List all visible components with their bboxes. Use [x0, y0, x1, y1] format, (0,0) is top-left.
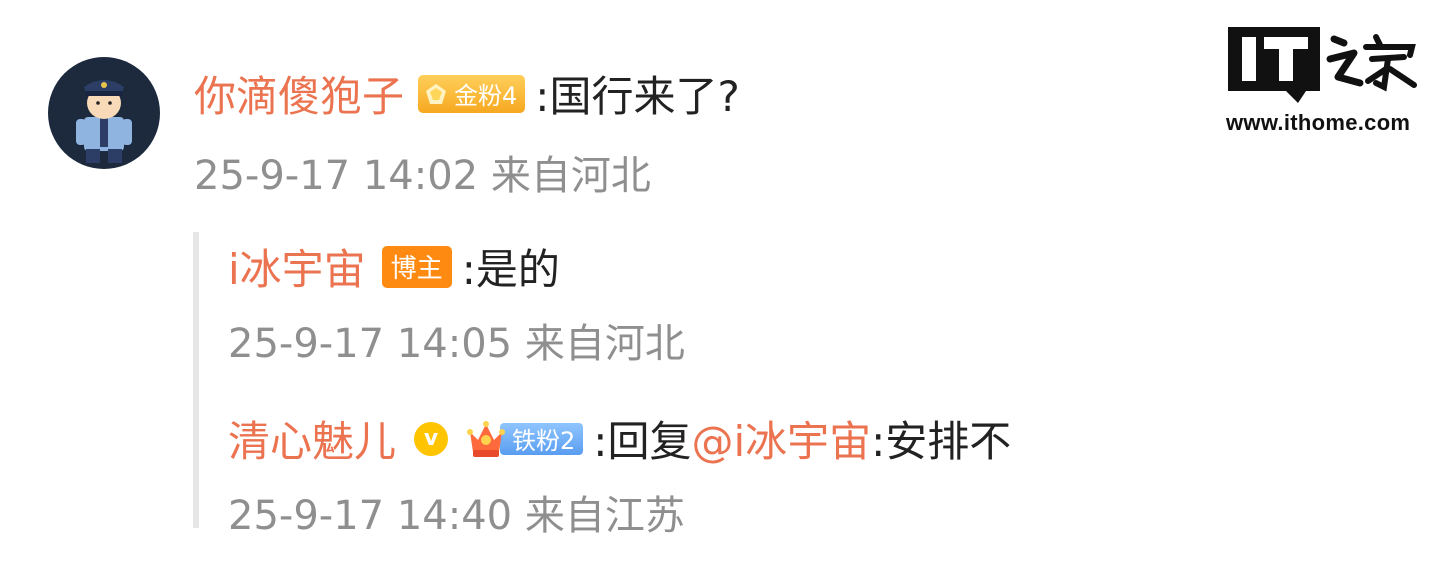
- comment-thread: 你滴傻狍子 金粉4 :国行来了? 25-9-17 14:02 来自河北 i冰宇宙…: [0, 0, 1440, 566]
- reply-divider: [193, 232, 199, 528]
- crown-icon: [467, 420, 506, 457]
- user-avatar[interactable]: [48, 57, 160, 169]
- gold-fan-badge[interactable]: 金粉4: [418, 74, 526, 113]
- reply-username[interactable]: 清心魅儿: [228, 408, 396, 469]
- vip-icon: v: [414, 421, 449, 456]
- comment-text: :国行来了?: [535, 72, 740, 121]
- host-badge: 博主: [381, 245, 452, 288]
- reply-header: i冰宇宙 博主 :是的: [228, 236, 560, 297]
- iron-fan-badge-label: 铁粉2: [500, 422, 584, 455]
- iron-fan-badge[interactable]: 铁粉2: [464, 420, 584, 458]
- reply-text: :是的: [461, 245, 560, 294]
- reply-username[interactable]: i冰宇宙: [228, 236, 366, 297]
- mention-link[interactable]: @i冰宇宙: [691, 408, 871, 469]
- ithome-url: www.ithome.com: [1226, 110, 1411, 135]
- reply-meta: 25-9-17 14:40 来自江苏: [228, 493, 685, 539]
- reply-meta: 25-9-17 14:05 来自河北: [228, 321, 685, 367]
- reply-text-suffix: :安排不: [871, 417, 1012, 466]
- reply-header: 清心魅儿 v 铁粉2 :回复 @i冰宇宙 :安排不: [228, 408, 1011, 469]
- gold-gem-icon: [426, 83, 447, 104]
- reply-text-prefix: :回复: [593, 417, 692, 466]
- comment-username[interactable]: 你滴傻狍子: [194, 63, 404, 124]
- comment-header: 你滴傻狍子 金粉4 :国行来了?: [194, 63, 740, 124]
- gold-fan-badge-label: 金粉4: [454, 82, 518, 110]
- comment-meta: 25-9-17 14:02 来自河北: [194, 153, 651, 199]
